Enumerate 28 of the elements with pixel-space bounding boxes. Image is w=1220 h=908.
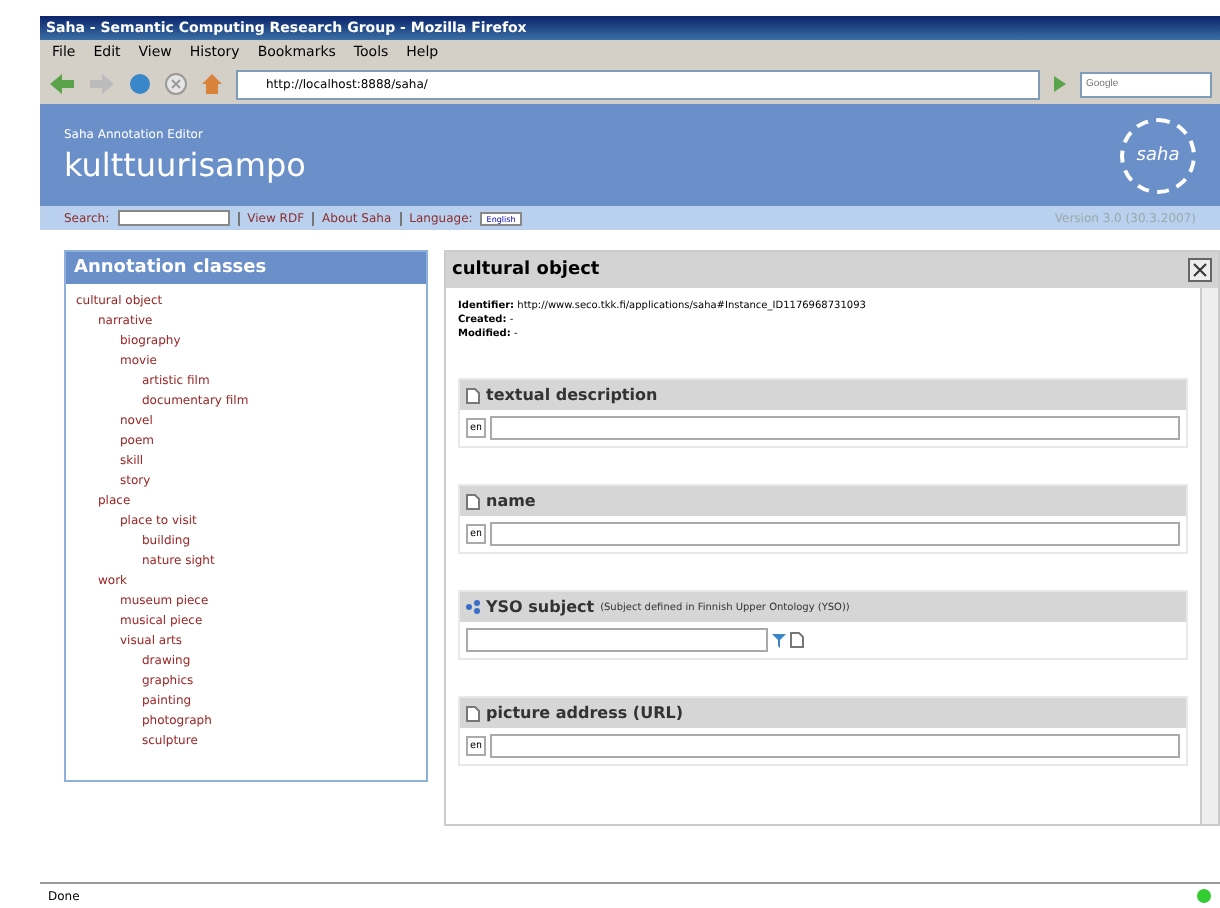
text-field[interactable]: [490, 734, 1180, 758]
document-icon: [466, 705, 480, 721]
scrollbar[interactable]: [1200, 288, 1218, 824]
panel-title: cultural object: [452, 260, 600, 280]
document-icon: [790, 632, 804, 648]
property-name: name: [486, 492, 536, 510]
status-icon: [1196, 888, 1212, 904]
home-icon[interactable]: [200, 72, 224, 96]
property-name: YSO subject: [486, 598, 595, 616]
property-name: textual description: [486, 386, 658, 404]
search-field[interactable]: [117, 210, 230, 226]
panel-title: Annotation classes: [66, 252, 426, 284]
stop-icon[interactable]: [164, 72, 188, 96]
document-icon: [466, 493, 480, 509]
go-icon[interactable]: [1052, 74, 1068, 94]
property-name: picture address (URL): [486, 704, 683, 722]
logo: saha: [1120, 117, 1196, 193]
app-title: kulttuurisampo: [64, 145, 306, 183]
filter-icon[interactable]: [772, 632, 786, 648]
forward-icon[interactable]: [88, 72, 116, 96]
close-button[interactable]: [1188, 258, 1212, 282]
text-field[interactable]: [490, 416, 1180, 440]
text-field[interactable]: [490, 522, 1180, 546]
network-icon: [466, 600, 480, 614]
back-icon[interactable]: [48, 72, 76, 96]
resource-field[interactable]: [466, 628, 768, 652]
reload-icon[interactable]: [128, 72, 152, 96]
document-icon: [466, 387, 480, 403]
